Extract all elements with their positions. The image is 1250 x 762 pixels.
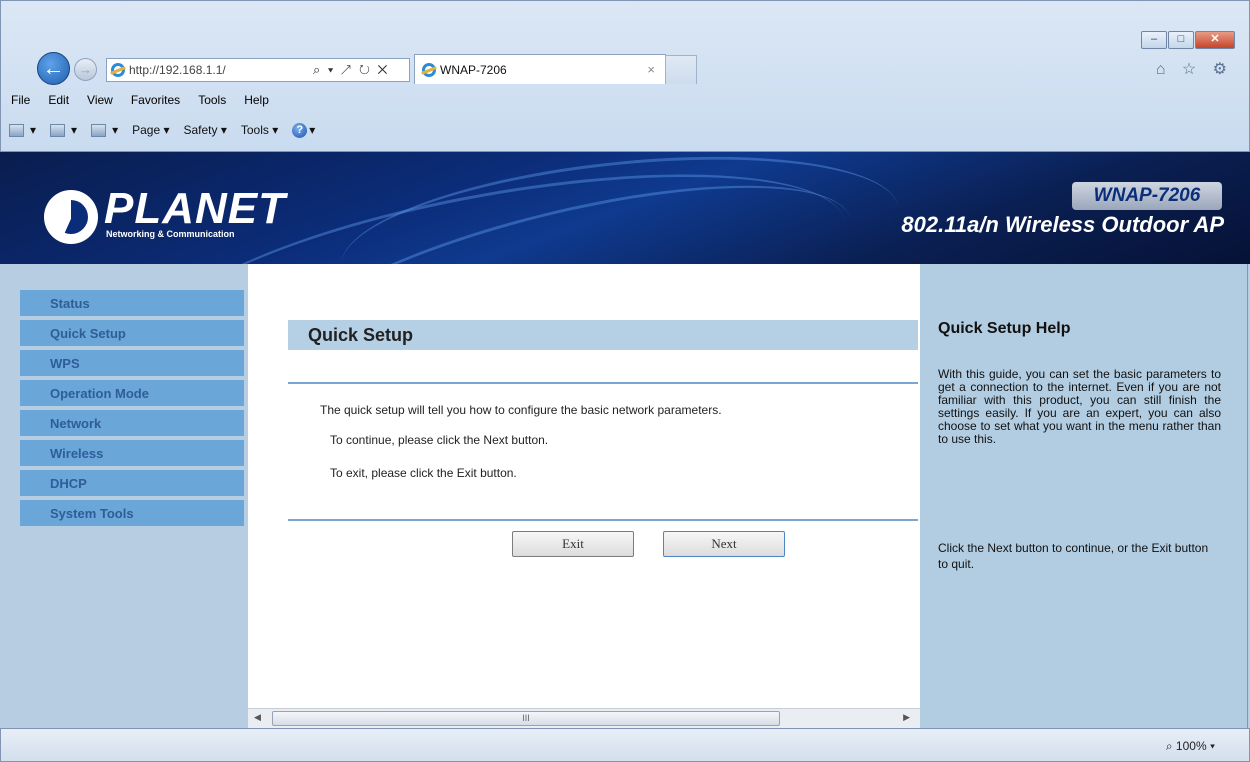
page-command[interactable]: Page ▾: [132, 123, 169, 137]
ie-tab-icon: [422, 62, 436, 77]
feeds-icon: [50, 123, 66, 137]
status-bar: ⌕ 100% ▾: [0, 728, 1250, 762]
help-command[interactable]: ? ▾: [292, 122, 315, 138]
sidebar: Status Quick Setup WPS Operation Mode Ne…: [0, 264, 248, 728]
new-tab-button[interactable]: [665, 55, 697, 84]
sidebar-item-wireless[interactable]: Wireless: [20, 440, 244, 468]
sidebar-item-dhcp[interactable]: DHCP: [20, 470, 244, 498]
sidebar-item-system-tools[interactable]: System Tools: [20, 500, 244, 528]
menu-tools[interactable]: Tools: [198, 93, 226, 107]
page-title: Quick Setup: [288, 320, 918, 350]
feeds-command[interactable]: ▾: [50, 123, 77, 137]
scroll-right-icon[interactable]: ▶: [903, 712, 910, 723]
next-button[interactable]: Next: [663, 531, 785, 557]
help-paragraph: With this guide, you can set the basic p…: [938, 367, 1221, 446]
address-tools[interactable]: ⌕ ▾ ↗ ↻ ✕: [313, 62, 389, 78]
menu-view[interactable]: View: [87, 93, 113, 107]
planet-logo-icon: [44, 190, 98, 244]
product-name: 802.11a/n Wireless Outdoor AP: [901, 212, 1224, 237]
logo-subtitle: Networking & Communication: [106, 229, 235, 239]
close-window-button[interactable]: ✕: [1195, 31, 1235, 49]
command-bar: ▾ ▾ ▾ Page ▾ Safety ▾ Tools ▾ ? ▾: [1, 117, 1249, 143]
sidebar-item-wps[interactable]: WPS: [20, 350, 244, 378]
home-icon: [9, 123, 24, 137]
sidebar-item-network[interactable]: Network: [20, 410, 244, 438]
sidebar-item-operation-mode[interactable]: Operation Mode: [20, 380, 244, 408]
help-instruction: Click the Next button to continue, or th…: [938, 541, 1209, 571]
header-banner: PLANET Networking & Communication WNAP-7…: [0, 152, 1250, 264]
back-button[interactable]: ←: [37, 52, 70, 85]
help-icon: ?: [292, 122, 308, 138]
home-command[interactable]: ▾: [9, 123, 36, 137]
minimize-button[interactable]: –: [1141, 31, 1167, 49]
exit-text: To exit, please click the Exit button.: [330, 466, 517, 480]
sidebar-item-status[interactable]: Status: [20, 290, 244, 318]
logo-text: PLANET: [104, 184, 286, 233]
continue-text: To continue, please click the Next butto…: [330, 433, 549, 447]
window-controls: – □ ✕: [1140, 31, 1235, 49]
bottom-divider: [288, 519, 918, 521]
menu-edit[interactable]: Edit: [48, 93, 69, 107]
home-favorites-settings-icons[interactable]: ⌂ ☆ ⚙: [1156, 59, 1233, 79]
maximize-button[interactable]: □: [1168, 31, 1194, 49]
help-panel: Quick Setup Help With this guide, you ca…: [920, 264, 1248, 728]
browser-chrome: – □ ✕ ← → http://192.168.1.1/ ⌕ ▾ ↗ ↻ ✕ …: [0, 0, 1250, 152]
menu-help[interactable]: Help: [244, 93, 269, 107]
ie-page-icon: [111, 63, 125, 77]
menu-file[interactable]: File: [11, 93, 30, 107]
address-bar[interactable]: http://192.168.1.1/ ⌕ ▾ ↗ ↻ ✕: [106, 58, 410, 82]
tab-close-icon[interactable]: ×: [647, 62, 655, 77]
scroll-thumb[interactable]: III: [272, 711, 780, 726]
model-badge: WNAP-7206: [1072, 182, 1222, 210]
address-url[interactable]: http://192.168.1.1/: [129, 63, 279, 77]
intro-text: The quick setup will tell you how to con…: [320, 403, 722, 417]
help-title: Quick Setup Help: [938, 320, 1071, 337]
tools-command[interactable]: Tools ▾: [241, 123, 278, 137]
top-divider: [288, 382, 918, 384]
browser-tab[interactable]: WNAP-7206 ×: [414, 54, 666, 84]
sidebar-item-quick-setup[interactable]: Quick Setup: [20, 320, 244, 348]
scroll-left-icon[interactable]: ◀: [254, 712, 261, 723]
tab-title: WNAP-7206: [440, 62, 507, 77]
safety-command[interactable]: Safety ▾: [183, 123, 226, 137]
print-command[interactable]: ▾: [91, 123, 118, 137]
menu-favorites[interactable]: Favorites: [131, 93, 180, 107]
forward-button[interactable]: →: [74, 58, 97, 81]
main-content: Quick Setup The quick setup will tell yo…: [248, 264, 920, 708]
horizontal-scrollbar[interactable]: ◀ III ▶: [248, 708, 920, 728]
exit-button[interactable]: Exit: [512, 531, 634, 557]
zoom-level[interactable]: ⌕ 100% ▾: [1166, 739, 1215, 754]
menu-bar: File Edit View Favorites Tools Help: [1, 89, 1249, 111]
print-icon: [91, 123, 107, 137]
